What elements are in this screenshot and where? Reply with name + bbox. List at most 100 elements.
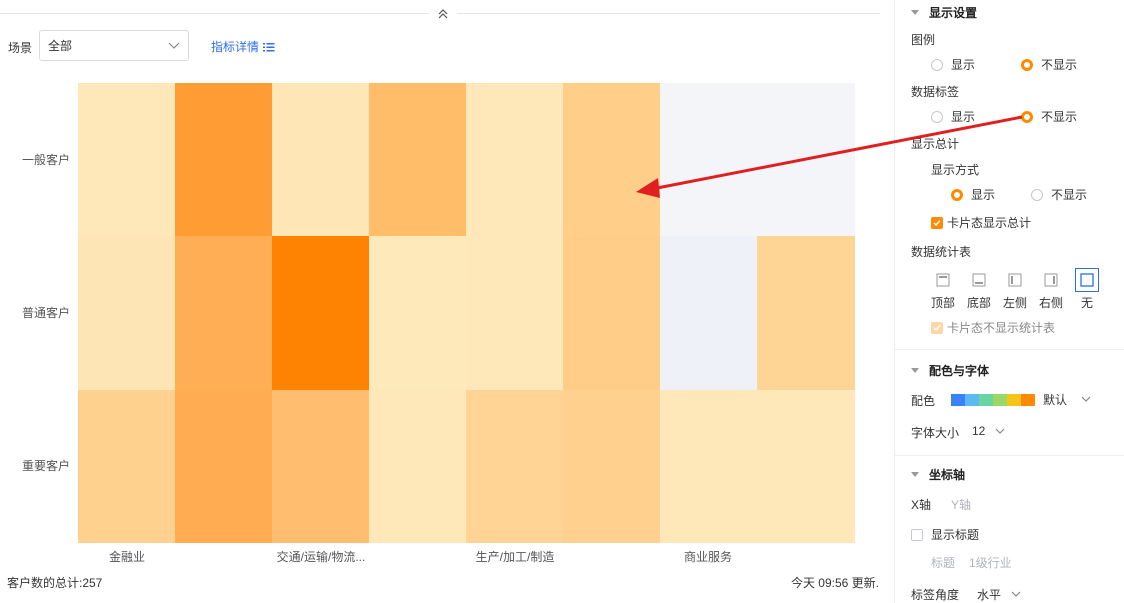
label-angle-value: 水平: [977, 588, 1002, 602]
position-right[interactable]: 右侧: [1036, 270, 1066, 311]
card-no-stats-label: 卡片态不显示统计表: [947, 321, 1056, 335]
position-none-label: 无: [1080, 296, 1093, 310]
card-no-stats-checkbox[interactable]: 卡片态不显示统计表: [931, 319, 1055, 336]
heatmap-cell[interactable]: [78, 389, 176, 544]
settings-panel: 显示设置 图例 显示 不显示 数据标签 显示 不显示 显示总计 显示方式 显示 …: [894, 0, 1124, 603]
mode-hide-label: 不显示: [1051, 188, 1088, 202]
palette-swatch: [951, 393, 965, 406]
layout-top-icon: [933, 270, 953, 290]
scene-label: 场景: [8, 41, 33, 55]
chevron-down-icon: [995, 428, 1005, 434]
data-label-hide-radio[interactable]: 不显示: [1021, 108, 1077, 125]
position-bottom[interactable]: 底部: [964, 270, 994, 311]
y-label-important: 重要客户: [21, 459, 70, 473]
show-total-label: 显示总计: [911, 137, 960, 151]
heatmap-cell[interactable]: [369, 236, 467, 391]
stats-table-label: 数据统计表: [911, 245, 972, 259]
checkbox-disabled-icon: [931, 321, 943, 334]
card-total-label: 卡片态显示总计: [947, 216, 1032, 230]
update-time: 今天 09:56 更新.: [790, 576, 879, 590]
color-font-header[interactable]: 配色与字体: [911, 362, 989, 379]
radio-selected-icon: [951, 188, 963, 201]
heatmap-cell[interactable]: [175, 389, 273, 544]
legend-hide-radio[interactable]: 不显示: [1021, 56, 1077, 73]
position-top-label: 顶部: [930, 296, 955, 310]
list-icon: [263, 42, 275, 51]
heatmap-cell[interactable]: [466, 236, 564, 391]
mode-show-radio[interactable]: 显示: [951, 186, 995, 203]
mode-hide-radio[interactable]: 不显示: [1031, 186, 1087, 203]
legend-show-label: 显示: [951, 58, 976, 72]
heatmap-cell[interactable]: [563, 389, 661, 544]
chart-area: 场景 全部 指标详情 一般客户 普通客户 重要客户 金融业 交通/运输/物流..…: [0, 0, 894, 603]
heatmap-cell[interactable]: [757, 389, 855, 544]
data-label-show-label: 显示: [951, 110, 976, 124]
card-total-checkbox[interactable]: 卡片态显示总计: [931, 214, 1031, 231]
x-label-business: 商业服务: [683, 550, 732, 564]
radio-icon: [931, 110, 943, 123]
heatmap-cell[interactable]: [466, 83, 564, 237]
display-mode-label: 显示方式: [931, 163, 980, 177]
heatmap-cell[interactable]: [272, 389, 370, 544]
heatmap-cell[interactable]: [466, 389, 564, 544]
palette-swatches: [951, 393, 1035, 406]
heatmap-cell[interactable]: [660, 83, 758, 237]
chevron-down-icon: [168, 42, 180, 49]
data-label-label: 数据标签: [911, 85, 960, 99]
palette-select[interactable]: 默认: [951, 391, 1091, 408]
caret-down-icon: [911, 368, 919, 373]
chevron-down-icon: [1081, 396, 1091, 402]
axis-header[interactable]: 坐标轴: [911, 466, 965, 483]
legend-show-radio[interactable]: 显示: [931, 56, 975, 73]
position-left[interactable]: 左侧: [1000, 270, 1030, 311]
chevron-down-icon: [1011, 591, 1021, 597]
position-top[interactable]: 顶部: [928, 270, 958, 311]
legend-hide-label: 不显示: [1041, 58, 1078, 72]
position-right-label: 右侧: [1038, 296, 1063, 310]
axis-title-label: 标题: [931, 556, 956, 570]
palette-swatch: [965, 393, 979, 406]
heatmap-cell[interactable]: [272, 236, 370, 391]
heatmap-cell[interactable]: [660, 236, 758, 391]
label-angle-select[interactable]: 水平: [977, 586, 1021, 603]
scene-select[interactable]: 全部: [39, 30, 189, 61]
font-size-value: 12: [972, 424, 986, 438]
metric-detail-link[interactable]: 指标详情: [211, 38, 275, 55]
font-size-select[interactable]: 12: [972, 424, 1005, 438]
heatmap-cell[interactable]: [757, 236, 855, 391]
label-angle-label: 标签角度: [911, 588, 960, 602]
heatmap-cell[interactable]: [563, 83, 661, 237]
section-divider: [895, 455, 1124, 456]
display-settings-title: 显示设置: [929, 6, 978, 20]
heatmap-cell[interactable]: [78, 236, 176, 391]
caret-down-icon: [911, 10, 919, 15]
tab-x-axis[interactable]: X轴: [911, 496, 931, 513]
tab-y-axis[interactable]: Y轴: [951, 496, 971, 513]
axis-title: 坐标轴: [929, 468, 966, 482]
radio-selected-icon: [1021, 110, 1033, 123]
y-label-general: 一般客户: [21, 153, 70, 167]
data-label-hide-label: 不显示: [1041, 110, 1078, 124]
heatmap-cell[interactable]: [660, 389, 758, 544]
heatmap-cell[interactable]: [757, 83, 855, 237]
heatmap-cell[interactable]: [369, 83, 467, 237]
data-label-show-radio[interactable]: 显示: [931, 108, 975, 125]
color-font-title: 配色与字体: [929, 364, 990, 378]
heatmap-cell[interactable]: [175, 236, 273, 391]
heatmap-cell[interactable]: [272, 83, 370, 237]
color-label: 配色: [911, 394, 936, 408]
show-title-checkbox[interactable]: 显示标题: [911, 526, 979, 543]
heatmap-cell[interactable]: [175, 83, 273, 237]
heatmap-cell[interactable]: [369, 389, 467, 544]
display-settings-header[interactable]: 显示设置: [911, 4, 977, 21]
double-chevron-up-icon: [438, 9, 448, 19]
heatmap-cell[interactable]: [78, 83, 176, 237]
collapse-button[interactable]: [429, 4, 457, 24]
palette-swatch: [1007, 393, 1021, 406]
y-label-normal: 普通客户: [21, 306, 70, 320]
caret-down-icon: [911, 472, 919, 477]
heatmap-cell[interactable]: [563, 236, 661, 391]
layout-none-icon: [1075, 268, 1099, 292]
position-none[interactable]: 无: [1072, 268, 1102, 311]
checkbox-icon: [911, 528, 923, 541]
